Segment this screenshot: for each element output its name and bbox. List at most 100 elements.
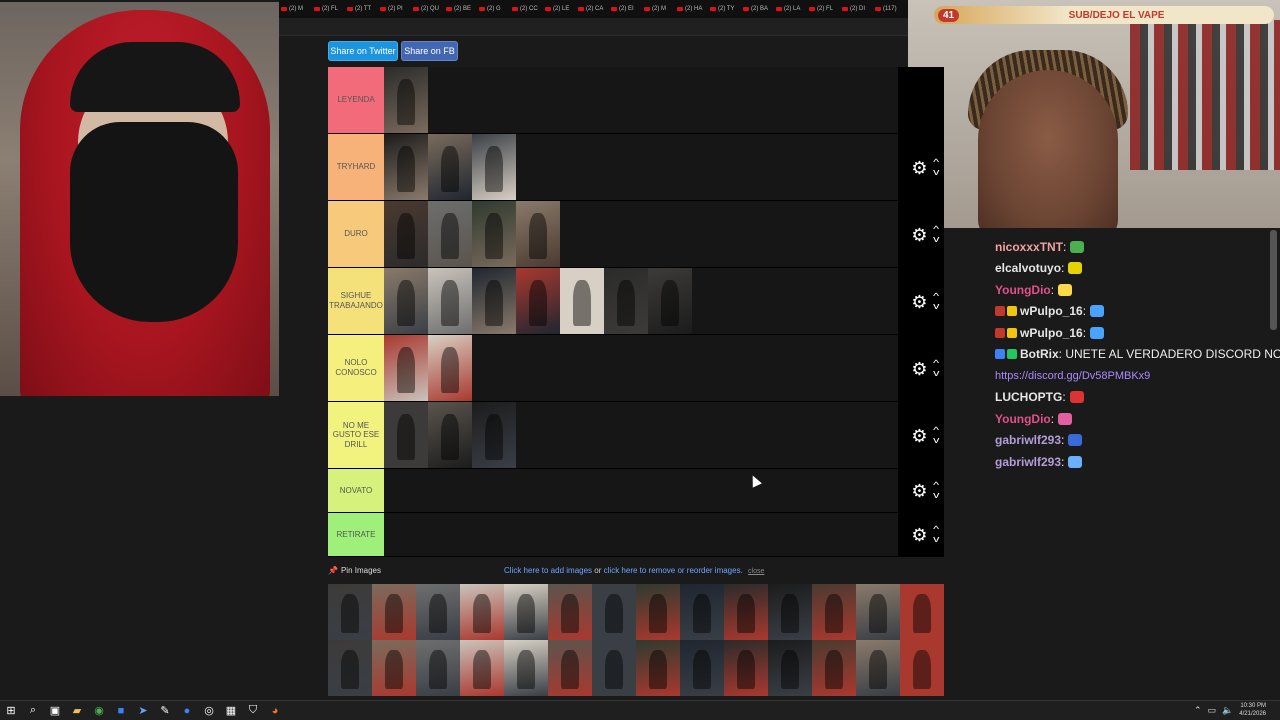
tray-chevron-icon[interactable]: ⌃: [1194, 705, 1202, 716]
pool-image[interactable]: [328, 584, 372, 640]
app-pen-icon[interactable]: ✎: [154, 701, 176, 720]
share-facebook-button[interactable]: Share on FB: [401, 41, 458, 61]
task-view-icon[interactable]: ▣: [44, 701, 66, 720]
gear-icon[interactable]: ⚙: [911, 482, 927, 500]
tier-label[interactable]: NOLO CONOSCO: [328, 335, 384, 401]
tier-label[interactable]: NO ME GUSTO ESE DRILL: [328, 402, 384, 468]
tier-image[interactable]: [604, 268, 648, 334]
chat-username[interactable]: elcalvotuyo: [995, 261, 1061, 275]
tier-label[interactable]: TRYHARD: [328, 134, 384, 200]
browser-tab[interactable]: (2) CA: [578, 3, 609, 15]
calendar-icon[interactable]: ▦: [220, 701, 242, 720]
pool-image[interactable]: [460, 640, 504, 696]
pool-image[interactable]: [856, 640, 900, 696]
browser-tab[interactable]: (2) HA: [677, 3, 708, 15]
tier-image[interactable]: [472, 201, 516, 267]
tier-image[interactable]: [428, 268, 472, 334]
gear-icon[interactable]: ⚙: [911, 226, 927, 244]
pool-image[interactable]: [504, 584, 548, 640]
pool-image[interactable]: [680, 640, 724, 696]
pool-image[interactable]: [636, 584, 680, 640]
browser-tab[interactable]: (2) BA: [743, 3, 774, 15]
browser-tab[interactable]: (117): [875, 3, 906, 15]
tier-image[interactable]: [384, 201, 428, 267]
chat-username[interactable]: LUCHOPTG: [995, 390, 1062, 404]
tier-image[interactable]: [516, 268, 560, 334]
firefox-icon[interactable]: ◕: [264, 701, 286, 720]
chat-username[interactable]: wPulpo_16: [1020, 304, 1083, 318]
tier-image[interactable]: [384, 268, 428, 334]
pool-image[interactable]: [812, 640, 856, 696]
pool-image[interactable]: [856, 584, 900, 640]
browser-tab[interactable]: (2) LA: [776, 3, 807, 15]
browser-tab[interactable]: (2) M: [281, 3, 312, 15]
search-icon[interactable]: ⌕: [22, 701, 44, 720]
browser-tab[interactable]: (2) TY: [710, 3, 741, 15]
pool-image[interactable]: [812, 584, 856, 640]
pin-images-toggle[interactable]: 📌 Pin Images: [328, 566, 381, 575]
file-explorer-icon[interactable]: ▰: [66, 701, 88, 720]
app-send-icon[interactable]: ➤: [132, 701, 154, 720]
pool-image[interactable]: [900, 640, 944, 696]
tier-image[interactable]: [472, 268, 516, 334]
obs-icon[interactable]: ◎: [198, 701, 220, 720]
pool-image[interactable]: [592, 584, 636, 640]
tier-label[interactable]: RETIRATE: [328, 513, 384, 556]
chevron-down-icon[interactable]: v: [933, 368, 939, 379]
share-twitter-button[interactable]: Share on Twitter: [328, 41, 398, 61]
tier-image[interactable]: [384, 335, 428, 401]
pool-image[interactable]: [768, 640, 812, 696]
chevron-down-icon[interactable]: v: [933, 534, 939, 545]
chevron-down-icon[interactable]: v: [933, 167, 939, 178]
app-round-icon[interactable]: ●: [176, 701, 198, 720]
tier-image[interactable]: [428, 335, 472, 401]
pool-image[interactable]: [724, 640, 768, 696]
pool-image[interactable]: [548, 640, 592, 696]
browser-tab[interactable]: (2) QU: [413, 3, 444, 15]
chat-username[interactable]: YoungDio: [995, 412, 1051, 426]
gear-icon[interactable]: ⚙: [911, 159, 927, 177]
pool-image[interactable]: [636, 640, 680, 696]
tier-label[interactable]: SIGHUE TRABAJANDO: [328, 268, 384, 334]
remove-reorder-images-link[interactable]: click here to remove or reorder images.: [604, 566, 743, 575]
chat-scrollbar[interactable]: [1270, 230, 1277, 330]
tier-image[interactable]: [516, 201, 560, 267]
tier-image[interactable]: [384, 402, 428, 468]
browser-tab[interactable]: (2) G: [479, 3, 510, 15]
chat-username[interactable]: gabriwlf293: [995, 433, 1061, 447]
gear-icon[interactable]: ⚙: [911, 293, 927, 311]
tier-label[interactable]: LEYENDA: [328, 67, 384, 133]
browser-tab[interactable]: (2) BE: [446, 3, 477, 15]
tier-image[interactable]: [472, 402, 516, 468]
browser-tab[interactable]: (2) CC: [512, 3, 543, 15]
app-blue-icon[interactable]: ■: [110, 701, 132, 720]
pool-image[interactable]: [328, 640, 372, 696]
browser-tab[interactable]: (2) FL: [314, 3, 345, 15]
browser-tab[interactable]: (2) EI: [611, 3, 642, 15]
chat-username[interactable]: BotRix: [1020, 347, 1059, 361]
pool-image[interactable]: [768, 584, 812, 640]
browser-tab[interactable]: (2) DI: [842, 3, 873, 15]
pool-image[interactable]: [372, 640, 416, 696]
tier-image[interactable]: [384, 134, 428, 200]
tier-image[interactable]: [428, 134, 472, 200]
chevron-down-icon[interactable]: v: [933, 234, 939, 245]
network-icon[interactable]: ▭: [1208, 705, 1217, 716]
chat-username[interactable]: gabriwlf293: [995, 455, 1061, 469]
pool-image[interactable]: [680, 584, 724, 640]
browser-tab[interactable]: (2) LE: [545, 3, 576, 15]
browser-tab[interactable]: (2) M: [644, 3, 675, 15]
chevron-down-icon[interactable]: v: [933, 301, 939, 312]
browser-tab[interactable]: (2) TT: [347, 3, 378, 15]
volume-icon[interactable]: 🔈: [1222, 705, 1233, 716]
shield-icon[interactable]: ⛉: [242, 701, 264, 720]
browser-tab[interactable]: (2) PI: [380, 3, 411, 15]
gear-icon[interactable]: ⚙: [911, 427, 927, 445]
pool-image[interactable]: [592, 640, 636, 696]
tier-image[interactable]: [472, 134, 516, 200]
browser-tab[interactable]: (2) FL: [809, 3, 840, 15]
pool-image[interactable]: [548, 584, 592, 640]
pool-image[interactable]: [900, 584, 944, 640]
tier-image[interactable]: [648, 268, 692, 334]
tier-image[interactable]: [384, 67, 428, 133]
